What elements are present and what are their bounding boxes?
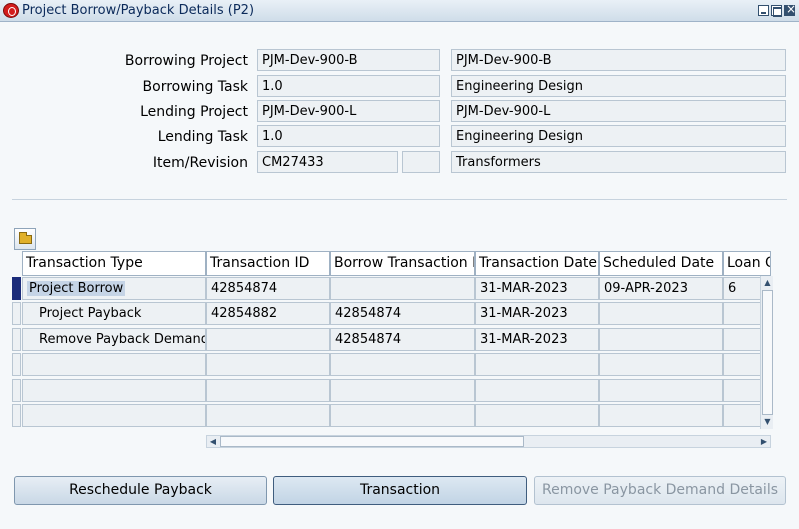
table-row-cell-type[interactable]: Project Borrow [22,277,206,300]
table-row-cell-transaction-date[interactable]: 31-MAR-2023 [475,328,599,351]
vertical-scroll-thumb[interactable] [762,290,773,415]
table-row-cell-transaction-date[interactable]: 31-MAR-2023 [475,277,599,300]
table-row-cell-scheduled-date[interactable] [599,353,723,376]
vertical-scrollbar[interactable]: ▲ ▼ [760,276,773,429]
title-bar: Project Borrow/Payback Details (P2) [0,0,799,22]
table-row-cell-transaction-id[interactable] [206,379,330,402]
table-row-cell-scheduled-date[interactable] [599,328,723,351]
table-row-cell-type[interactable] [22,379,206,402]
table-row-cell-borrow-transaction-id[interactable] [330,379,475,402]
item-field[interactable]: CM27433 [257,151,398,173]
table-row-cell-type[interactable]: Project Payback [22,302,206,325]
table-row-cell-borrow-transaction-id[interactable] [330,353,475,376]
table-row-cell-transaction-id[interactable] [206,404,330,427]
table-row-cell-transaction-id[interactable] [206,328,330,351]
lending-project-field[interactable]: PJM-Dev-900-L [257,100,440,122]
table-row-cell-transaction-date[interactable] [475,379,599,402]
table-row-cell-borrow-transaction-id[interactable]: 42854874 [330,328,475,351]
row-selector[interactable] [12,404,21,427]
remove-payback-demand-details-button[interactable]: Remove Payback Demand Details [534,476,786,505]
table-row-cell-scheduled-date[interactable] [599,379,723,402]
scroll-down-icon[interactable]: ▼ [762,416,773,428]
section-divider [12,199,787,200]
close-icon[interactable] [784,2,796,16]
borrowing-project-description[interactable]: PJM-Dev-900-B [451,49,786,71]
table-row-cell-borrow-transaction-id[interactable] [330,404,475,427]
column-header-scheduled-date[interactable]: Scheduled Date [599,251,723,276]
table-row-cell-transaction-id[interactable] [206,353,330,376]
maximize-icon[interactable] [771,5,782,17]
column-header-transaction-date[interactable]: Transaction Date [475,251,599,276]
table-row-cell-scheduled-date[interactable]: 09-APR-2023 [599,277,723,300]
reschedule-payback-button[interactable]: Reschedule Payback [14,476,267,505]
borrowing-project-label: Borrowing Project [124,53,248,69]
borrowing-task-description[interactable]: Engineering Design [451,75,786,97]
revision-field[interactable] [402,151,440,173]
table-row-cell-transaction-date[interactable] [475,404,599,427]
item-description[interactable]: Transformers [451,151,786,173]
row-selector[interactable] [12,379,21,402]
folder-icon [19,232,32,244]
lending-task-description[interactable]: Engineering Design [451,125,786,147]
column-header-borrow-transaction-id[interactable]: Borrow Transaction ID [330,251,475,276]
folder-button[interactable] [14,228,36,250]
table-row-cell-borrow-transaction-id[interactable]: 42854874 [330,302,475,325]
borrowing-project-field[interactable]: PJM-Dev-900-B [257,49,440,71]
row-selector[interactable] [12,328,21,351]
minimize-icon[interactable] [758,5,769,16]
table-row-cell-scheduled-date[interactable] [599,302,723,325]
table-row-cell-type[interactable]: Remove Payback Demand [22,328,206,351]
horizontal-scrollbar[interactable]: ◀ ▶ [206,435,771,448]
lending-task-field[interactable]: 1.0 [257,125,440,147]
transaction-type-value: Project Borrow [27,281,126,296]
table-row-cell-transaction-date[interactable] [475,353,599,376]
item-revision-label: Item/Revision [152,155,248,171]
transactions-table: Transaction Type Transaction ID Borrow T… [12,251,785,429]
table-row-cell-transaction-date[interactable]: 31-MAR-2023 [475,302,599,325]
table-row-cell-borrow-transaction-id[interactable] [330,277,475,300]
horizontal-scroll-thumb[interactable] [220,436,524,447]
table-row-cell-type[interactable] [22,353,206,376]
scroll-right-icon[interactable]: ▶ [758,436,770,447]
table-row-cell-transaction-id[interactable]: 42854874 [206,277,330,300]
lending-project-label: Lending Project [140,104,248,120]
scroll-left-icon[interactable]: ◀ [207,436,219,447]
lending-task-label: Lending Task [157,129,248,145]
lending-project-description[interactable]: PJM-Dev-900-L [451,100,786,122]
column-header-loan-quantity[interactable]: Loan Q [723,251,771,276]
column-header-transaction-id[interactable]: Transaction ID [206,251,330,276]
borrowing-task-field[interactable]: 1.0 [257,75,440,97]
window-title: Project Borrow/Payback Details (P2) [22,3,255,18]
table-row-cell-type[interactable] [22,404,206,427]
oracle-icon [3,3,19,18]
row-selector-current[interactable] [12,277,21,300]
transaction-button[interactable]: Transaction [273,476,527,505]
row-selector[interactable] [12,353,21,376]
borrowing-task-label: Borrowing Task [142,79,248,95]
column-header-transaction-type[interactable]: Transaction Type [22,251,206,276]
table-row-cell-transaction-id[interactable]: 42854882 [206,302,330,325]
table-row-cell-scheduled-date[interactable] [599,404,723,427]
scroll-up-icon[interactable]: ▲ [762,277,773,289]
row-selector[interactable] [12,302,21,325]
